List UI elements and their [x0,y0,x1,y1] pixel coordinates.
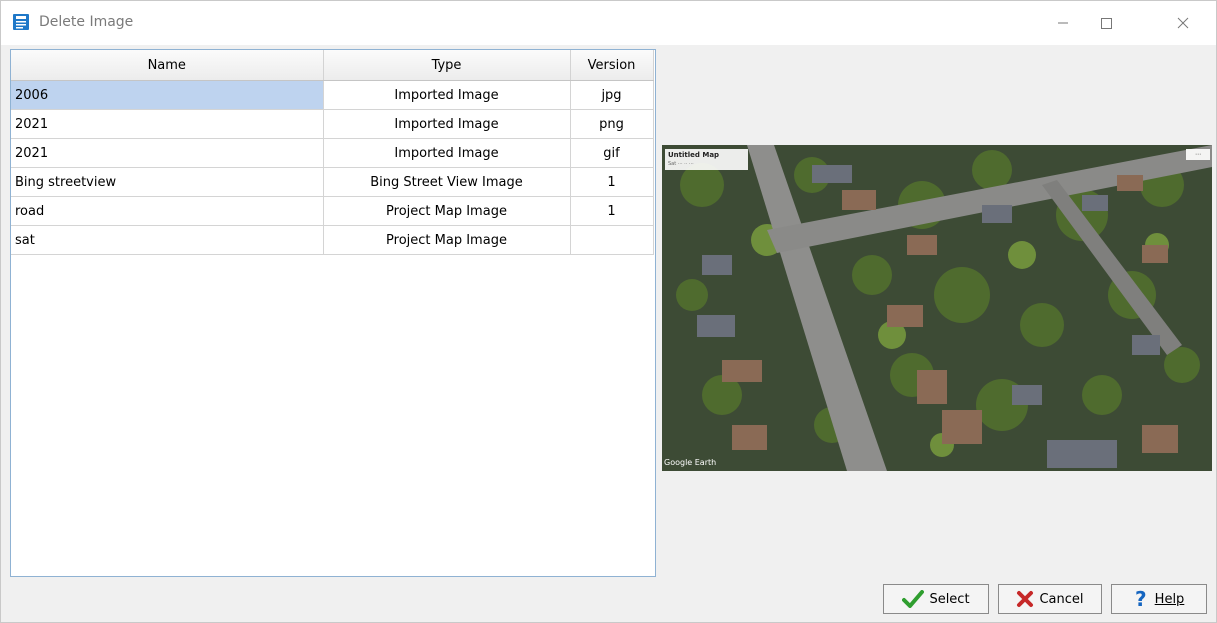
cell-version: 1 [570,167,654,197]
question-mark-icon: ? [1135,589,1147,609]
map-overlay-title-text: Untitled Map [668,151,720,159]
cell-version: jpg [570,80,654,110]
cell-version: gif [570,138,654,168]
title-bar: Delete Image [1,1,1216,45]
cell-type: Project Map Image [323,196,571,226]
map-overlay-title: Untitled Map Sat ··· ·· ··· [665,149,748,170]
cell-type: Imported Image [323,80,571,110]
table-row[interactable]: 2021 Imported Image gif [11,138,654,168]
column-header-name[interactable]: Name [11,50,324,81]
help-button-label: Help [1154,591,1185,607]
cancel-button[interactable]: Cancel [998,584,1102,614]
delete-image-window: Delete Image Name Type Version 2006 Impo… [0,0,1217,623]
image-table: Name Type Version 2006 Imported Image jp… [10,49,656,577]
cell-version: 1 [570,196,654,226]
table-row[interactable]: 2021 Imported Image png [11,109,654,139]
cell-name: Bing streetview [11,167,324,197]
satellite-image [662,145,1212,471]
cell-version: png [570,109,654,139]
cell-name: road [11,196,324,226]
maximize-icon [1101,18,1112,29]
table-row[interactable]: sat Project Map Image [11,225,654,255]
cancel-button-label: Cancel [1039,591,1084,607]
select-button-label: Select [929,591,970,607]
cell-name: sat [11,225,324,255]
table-row[interactable]: 2006 Imported Image jpg [11,80,654,110]
column-header-type[interactable]: Type [323,50,571,81]
map-attribution: Google Earth [664,458,717,467]
table-row[interactable]: Bing streetview Bing Street View Image 1 [11,167,654,197]
cell-name: 2021 [11,138,324,168]
minimize-button[interactable] [1043,9,1083,37]
table-row[interactable]: road Project Map Image 1 [11,196,654,226]
table-header-row: Name Type Version [11,50,654,81]
cell-type: Bing Street View Image [323,167,571,197]
button-bar: Select Cancel ? Help [10,578,1213,620]
column-header-version[interactable]: Version [570,50,654,81]
cell-type: Project Map Image [323,225,571,255]
close-button[interactable] [1163,9,1203,37]
close-icon [1177,17,1189,29]
cell-version [570,225,654,255]
minimize-icon [1058,22,1068,24]
map-overlay-subtitle: Sat ··· ·· ··· [668,161,694,167]
dialog-content: Name Type Version 2006 Imported Image jp… [10,49,1213,577]
checkmark-icon [902,590,925,608]
svg-text:?: ? [1135,589,1147,609]
maximize-button[interactable] [1086,9,1126,37]
cell-type: Imported Image [323,138,571,168]
image-preview: Untitled Map Sat ··· ·· ··· ⋯ Google Ear… [662,145,1212,471]
window-title: Delete Image [39,14,134,30]
cell-name: 2021 [11,109,324,139]
cell-type: Imported Image [323,109,571,139]
app-book-icon [13,14,29,30]
cross-icon [1017,591,1034,607]
cell-name: 2006 [11,80,324,110]
help-button[interactable]: ? Help [1111,584,1207,614]
map-corner-label: ⋯ [1186,149,1210,160]
select-button[interactable]: Select [883,584,989,614]
